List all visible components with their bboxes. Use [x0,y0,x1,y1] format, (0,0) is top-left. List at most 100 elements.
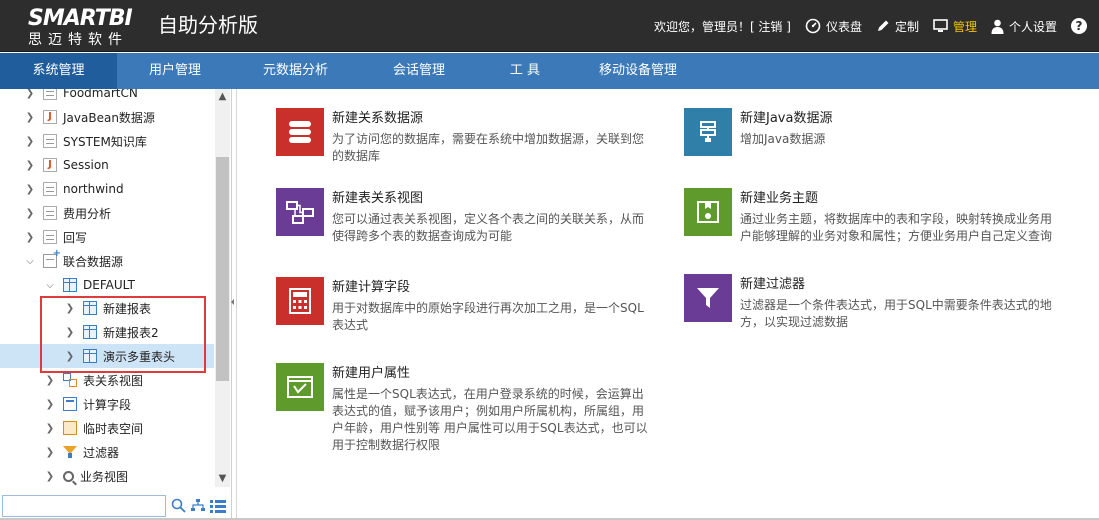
tree-item-system-kb[interactable]: ❯ SYSTEM知识库 [0,129,214,153]
resource-tree: ❯ FoodmartCN ❯ J JavaBean数据源 ❯ SYSTEM知识库… [0,89,214,489]
card-new-business-theme[interactable]: 新建业务主题 通过业务主题，将数据库中的表和字段，映射转换成业务用户能够理解的业… [684,188,1060,245]
tree-item-session[interactable]: ❯ J Session [0,153,214,177]
tab-system-management[interactable]: 系统管理 [0,53,117,89]
dashboard-button[interactable]: 仪表盘 [805,18,862,35]
chevron-right-icon[interactable]: ❯ [24,159,36,171]
card-new-filter[interactable]: 新建过滤器 过滤器是一个条件表达式，用于SQL中需要条件表达式的地方，以实现过滤… [684,274,1060,331]
search-icon [63,470,74,482]
tree-item-business-view[interactable]: ❯ 业务视图 [0,464,214,488]
chevron-down-icon[interactable]: ⌵ [44,279,56,291]
chevron-right-icon[interactable]: ❯ [44,374,56,386]
database-stack-icon [276,108,324,156]
card-title[interactable]: 新建业务主题 [740,190,1060,208]
chevron-right-icon[interactable]: ❯ [44,422,56,434]
tree-item-union-datasource[interactable]: ⌵ 联合数据源 [0,248,214,273]
user-attribute-icon [276,363,324,411]
card-new-java-datasource[interactable]: 新建Java数据源 增加Java数据源 [684,108,1060,156]
card-title[interactable]: 新建用户属性 [332,365,652,383]
javabean-icon: J [43,110,57,124]
tree-item-northwind[interactable]: ❯ northwind [0,177,214,201]
card-description: 您可以通过表关系视图，定义各个表之间的关联关系，从而使得跨多个表的数据查询成为可… [332,212,645,243]
tree-item-cost-analysis[interactable]: ❯ 费用分析 [0,201,214,225]
chevron-right-icon[interactable]: ❯ [44,446,56,458]
highlight-annotation-box [40,296,206,373]
card-description: 通过业务主题，将数据库中的表和字段，映射转换成业务用户能够理解的业务对象和属性；… [740,212,1053,243]
calculator-icon [276,277,324,325]
datasource-icon [43,182,57,196]
card-title[interactable]: 新建计算字段 [332,279,652,297]
search-icon[interactable] [170,498,186,514]
datasource-icon [43,206,57,220]
tree-item-label: 表关系视图 [83,373,144,388]
welcome-logout-link[interactable]: 欢迎您，管理员！[ 注销 ] [654,18,791,35]
card-new-user-attribute[interactable]: 新建用户属性 属性是一个SQL表达式，在用户登录系统的时候，会运算出表达式的值，… [276,363,652,454]
tree-item-label: FoodmartCN [63,89,138,100]
chevron-right-icon[interactable]: ❯ [24,135,36,147]
customize-label: 定制 [894,19,919,34]
database-icon [63,278,77,292]
java-plug-icon [684,108,732,156]
tree-item-label: 计算字段 [83,397,132,412]
card-description: 用于对数据库中的原始字段进行再次加工之用，是一个SQL表达式 [332,301,644,332]
relation-diagram-icon [276,188,324,236]
card-title[interactable]: 新建表关系视图 [332,190,652,208]
customize-button[interactable]: 定制 [876,18,919,35]
chevron-right-icon[interactable]: ❯ [24,207,36,219]
tab-session-management[interactable]: 会话管理 [358,53,480,89]
user-icon [991,19,1004,34]
tab-mobile-device-management[interactable]: 移动设备管理 [570,53,706,89]
datasource-icon [43,89,57,100]
tree-item-temp-space[interactable]: ❯ 临时表空间 [0,416,214,440]
scroll-up-icon[interactable]: ▲ [215,91,230,103]
smartbi-logo: SMARTBI 思迈特软件 [28,6,148,49]
tab-tools[interactable]: 工 具 [480,53,570,89]
calc-icon [63,397,77,411]
chevron-down-icon[interactable]: ⌵ [24,255,36,267]
tree-scrollbar[interactable]: ▲ ▼ [215,89,230,487]
tab-metadata-analysis[interactable]: 元数据分析 [233,53,358,89]
panel-collapse-handle[interactable] [230,290,234,314]
tree-item-calc-field[interactable]: ❯ 计算字段 [0,392,214,416]
logo-text: SMARTBI [28,6,133,31]
tree-item-filter[interactable]: ❯ 过滤器 [0,440,214,464]
card-title[interactable]: 新建Java数据源 [740,110,1060,128]
tree-item-writeback[interactable]: ❯ 回写 [0,225,214,249]
tree-item-label: Session [63,158,109,172]
funnel-icon [684,274,732,322]
chevron-right-icon[interactable]: ❯ [24,183,36,195]
card-new-relational-datasource[interactable]: 新建关系数据源 为了访问您的数据库，需要在系统中增加数据源，关联到您的数据库 [276,108,652,165]
resource-tree-panel: ❯ FoodmartCN ❯ J JavaBean数据源 ❯ SYSTEM知识库… [0,89,232,520]
header-toolbar: 欢迎您，管理员！[ 注销 ] 仪表盘 定制 管理 个人设置 ? [654,14,1087,38]
scroll-down-icon[interactable]: ▼ [215,473,230,485]
card-new-calc-field[interactable]: 新建计算字段 用于对数据库中的原始字段进行再次加工之用，是一个SQL表达式 [276,277,652,334]
chevron-right-icon[interactable]: ❯ [24,111,36,123]
manage-button[interactable]: 管理 [933,18,977,35]
list-view-icon[interactable] [210,498,226,514]
chevron-right-icon[interactable]: ❯ [44,398,56,410]
tree-item-label: DEFAULT [83,278,135,292]
datasource-icon [43,134,57,148]
card-new-table-relation-view[interactable]: 新建表关系视图 您可以通过表关系视图，定义各个表之间的关联关系，从而使得跨多个表… [276,188,652,245]
tree-item-label: 临时表空间 [83,421,144,436]
tree-item-label: 过滤器 [83,445,120,460]
tree-search-bar [0,491,232,520]
card-title[interactable]: 新建过滤器 [740,276,1060,294]
chevron-right-icon[interactable]: ❯ [24,231,36,243]
tree-item-default[interactable]: ⌵ DEFAULT [0,273,214,297]
chevron-right-icon[interactable]: ❯ [44,470,56,482]
tab-user-management[interactable]: 用户管理 [117,53,233,89]
card-title[interactable]: 新建关系数据源 [332,110,652,128]
help-icon[interactable]: ? [1071,18,1087,34]
tree-item-label: 业务视图 [80,469,129,484]
scrollbar-thumb[interactable] [216,157,229,381]
card-description: 为了访问您的数据库，需要在系统中增加数据源，关联到您的数据库 [332,132,645,163]
business-theme-icon [684,188,732,236]
union-datasource-icon [43,248,61,268]
personal-settings-button[interactable]: 个人设置 [991,18,1057,35]
tree-item-foodmartcn[interactable]: ❯ FoodmartCN [0,89,214,105]
chevron-right-icon[interactable]: ❯ [24,89,36,99]
tree-structure-icon[interactable] [190,498,206,514]
card-description: 增加Java数据源 [740,132,826,146]
tree-search-input[interactable] [2,494,166,517]
tree-item-javabean[interactable]: ❯ J JavaBean数据源 [0,105,214,129]
